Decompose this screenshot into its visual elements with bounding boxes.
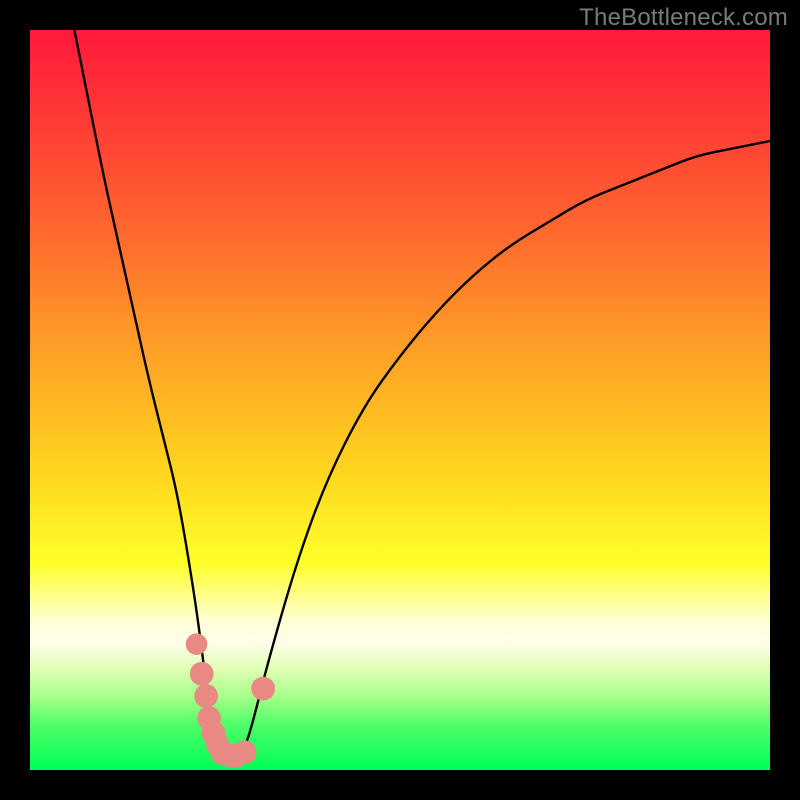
data-markers (186, 633, 275, 767)
chart-frame: TheBottleneck.com (0, 0, 800, 800)
data-marker (233, 740, 257, 764)
bottleneck-curve-svg (30, 30, 770, 770)
data-marker (186, 633, 208, 655)
data-marker (190, 662, 214, 686)
data-marker (194, 684, 218, 708)
watermark-text: TheBottleneck.com (579, 4, 788, 32)
plot-area (30, 30, 770, 770)
data-marker (251, 677, 275, 701)
bottleneck-curve-path (74, 30, 770, 755)
